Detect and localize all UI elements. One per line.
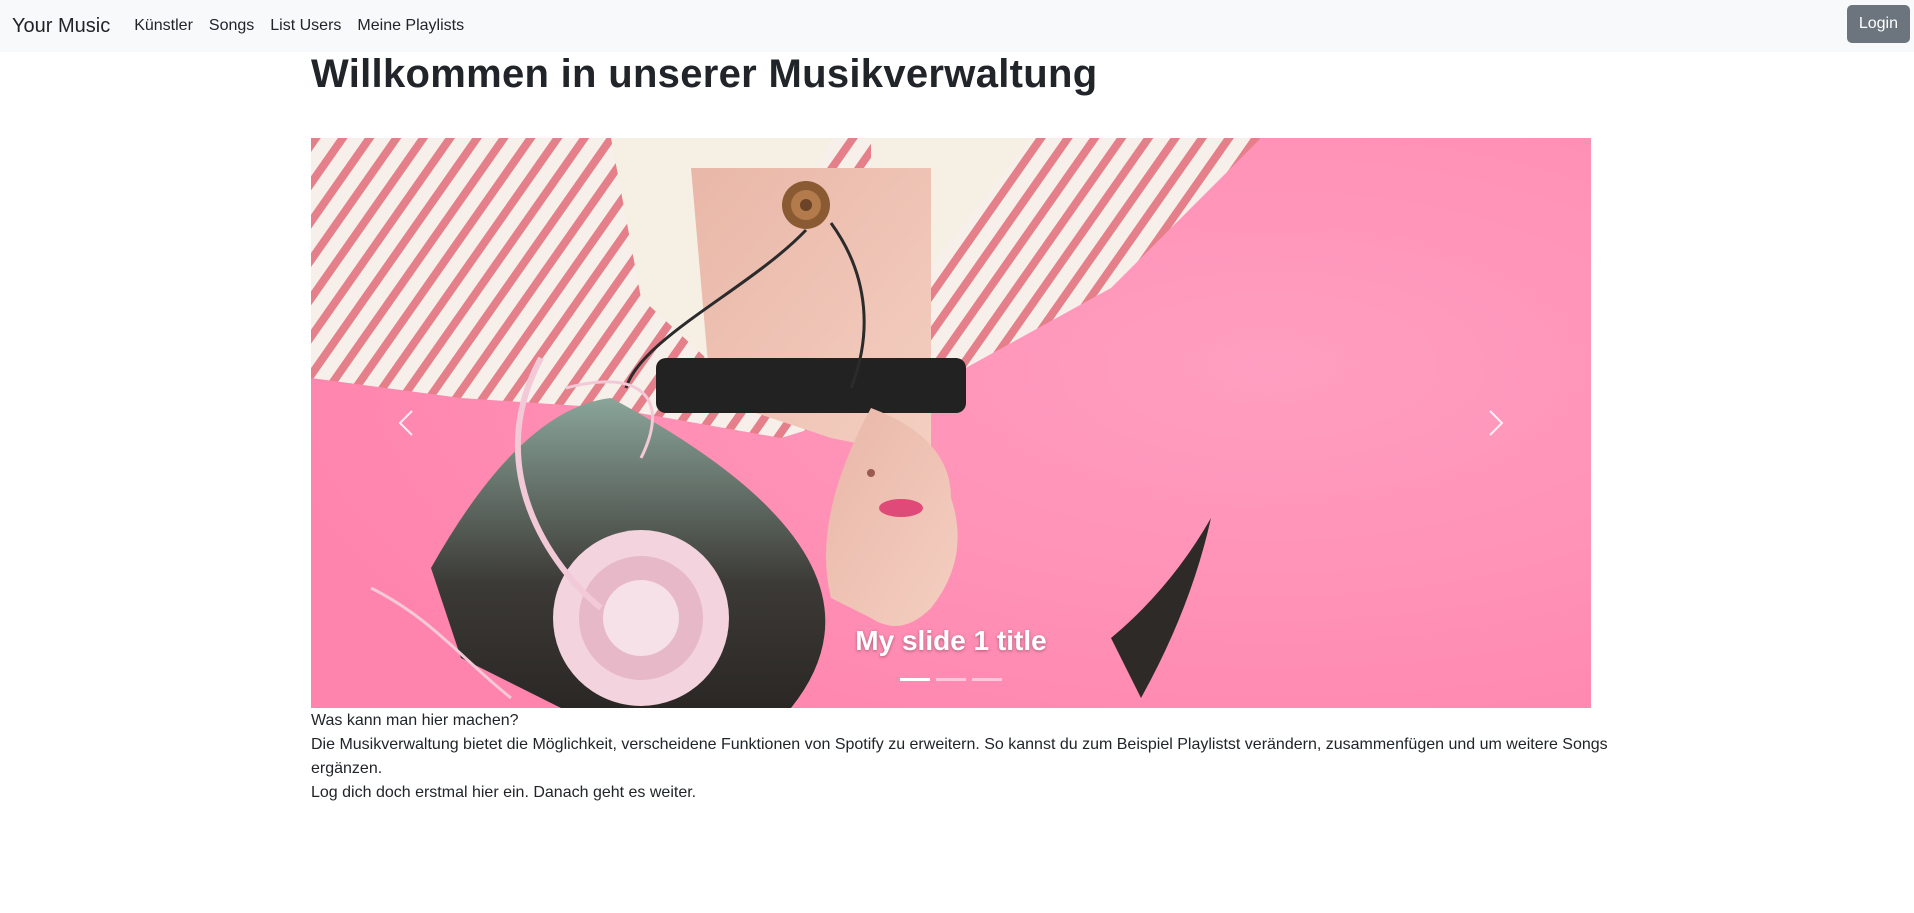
nav-links: Künstler Songs List Users Meine Playlist… — [134, 17, 464, 35]
intro-description: Die Musikverwaltung bietet die Möglichke… — [311, 736, 1608, 777]
intro-call-to-action: Log dich doch erstmal hier ein. Danach g… — [311, 784, 697, 801]
image-carousel: My slide 1 title — [311, 138, 1591, 708]
nav-link-meine-playlists[interactable]: Meine Playlists — [357, 17, 464, 35]
carousel-indicator[interactable] — [900, 678, 930, 681]
chevron-right-icon — [1489, 410, 1504, 436]
carousel-indicator[interactable] — [936, 678, 966, 681]
brand-link[interactable]: Your Music — [12, 15, 110, 38]
carousel-next-button[interactable] — [1401, 138, 1591, 708]
nav-link-list-users[interactable]: List Users — [270, 17, 341, 35]
chevron-left-icon — [398, 410, 413, 436]
nav-link-songs[interactable]: Songs — [209, 17, 254, 35]
page-title: Willkommen in unserer Musikverwaltung — [311, 52, 1098, 96]
login-button[interactable]: Login — [1846, 5, 1910, 43]
slide-image — [311, 138, 1591, 708]
intro-heading: Was kann man hier machen? — [311, 712, 519, 729]
carousel-indicator[interactable] — [972, 678, 1002, 681]
nav-link-kuenstler[interactable]: Künstler — [134, 17, 193, 35]
navbar: Your Music Künstler Songs List Users Mei… — [0, 0, 1914, 52]
carousel-indicators — [311, 678, 1591, 681]
slide-caption: My slide 1 title — [855, 625, 1047, 656]
intro-text: Was kann man hier machen? Die Musikverwa… — [311, 709, 1611, 805]
carousel-prev-button[interactable] — [311, 138, 501, 708]
